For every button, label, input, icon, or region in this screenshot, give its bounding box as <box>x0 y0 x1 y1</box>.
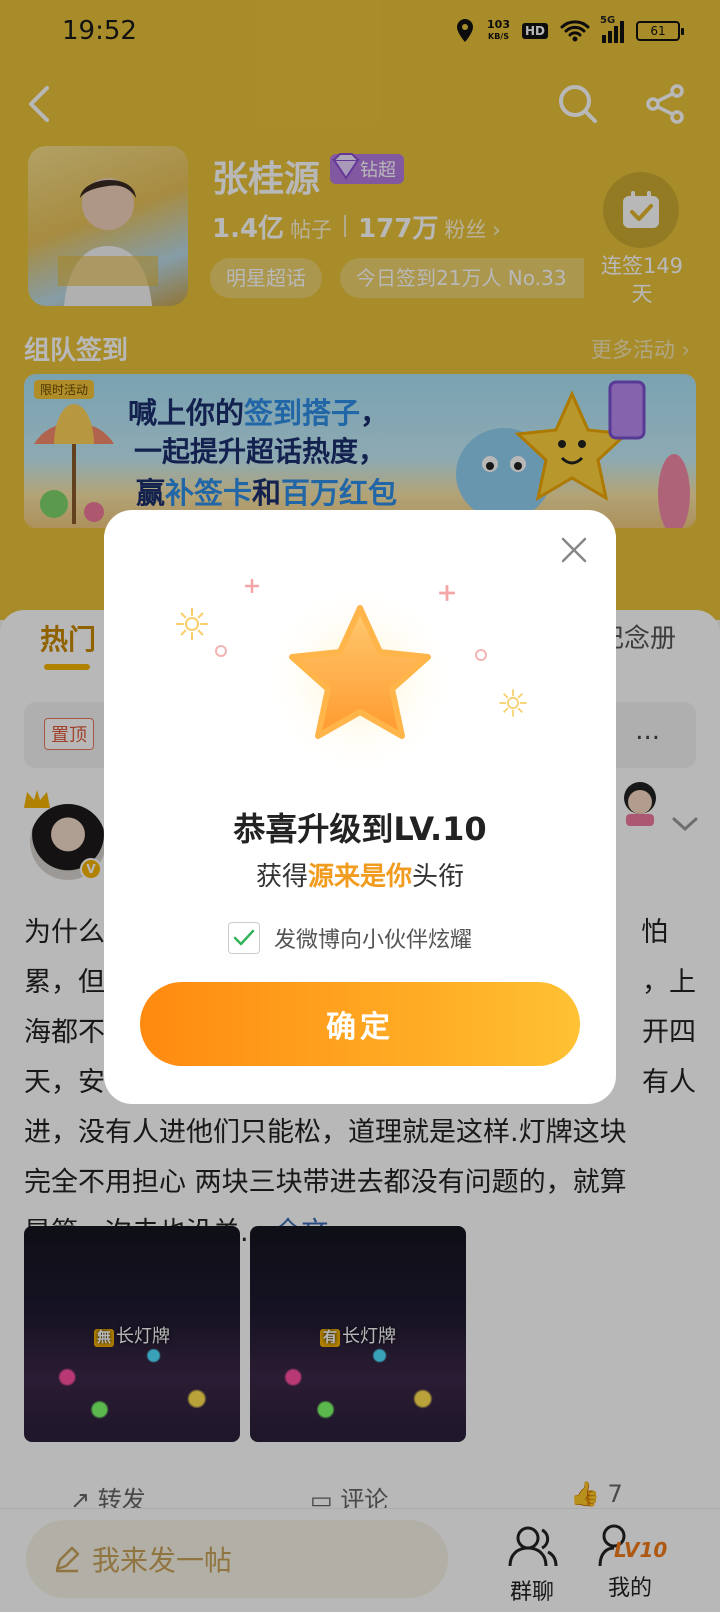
subtitle-before: 获得 <box>255 862 308 892</box>
title-name: 源来是你 <box>307 862 412 892</box>
share-checkbox[interactable] <box>228 922 260 954</box>
close-button[interactable] <box>554 530 594 570</box>
close-icon <box>561 537 587 563</box>
share-to-weibo-option[interactable]: 发微博向小伙伴炫耀 <box>228 922 472 954</box>
star-icon <box>264 584 456 776</box>
plus-sparkle-icon <box>439 585 455 601</box>
checkmark-icon <box>233 929 255 946</box>
dot-sparkle-icon <box>215 645 227 657</box>
confirm-button[interactable]: 确定 <box>140 982 580 1066</box>
dot-sparkle-icon <box>475 649 487 661</box>
share-checkbox-label: 发微博向小伙伴炫耀 <box>274 928 473 953</box>
subtitle-after: 头衔 <box>412 862 465 892</box>
level-up-dialog: 恭喜升级到LV.10 获得源来是你头衔 发微博向小伙伴炫耀 确定 <box>104 510 616 1104</box>
sparkle-icon <box>176 608 208 640</box>
app-root: 19:52 103 KB/S HD 5G 61 张桂源 钻超 1.4亿 帖子 1… <box>0 0 720 1612</box>
level-up-title: 恭喜升级到LV.10 <box>233 810 487 848</box>
level-up-subtitle: 获得源来是你头衔 <box>104 856 616 893</box>
plus-sparkle-icon <box>245 579 259 593</box>
sparkle-icon <box>499 689 527 717</box>
